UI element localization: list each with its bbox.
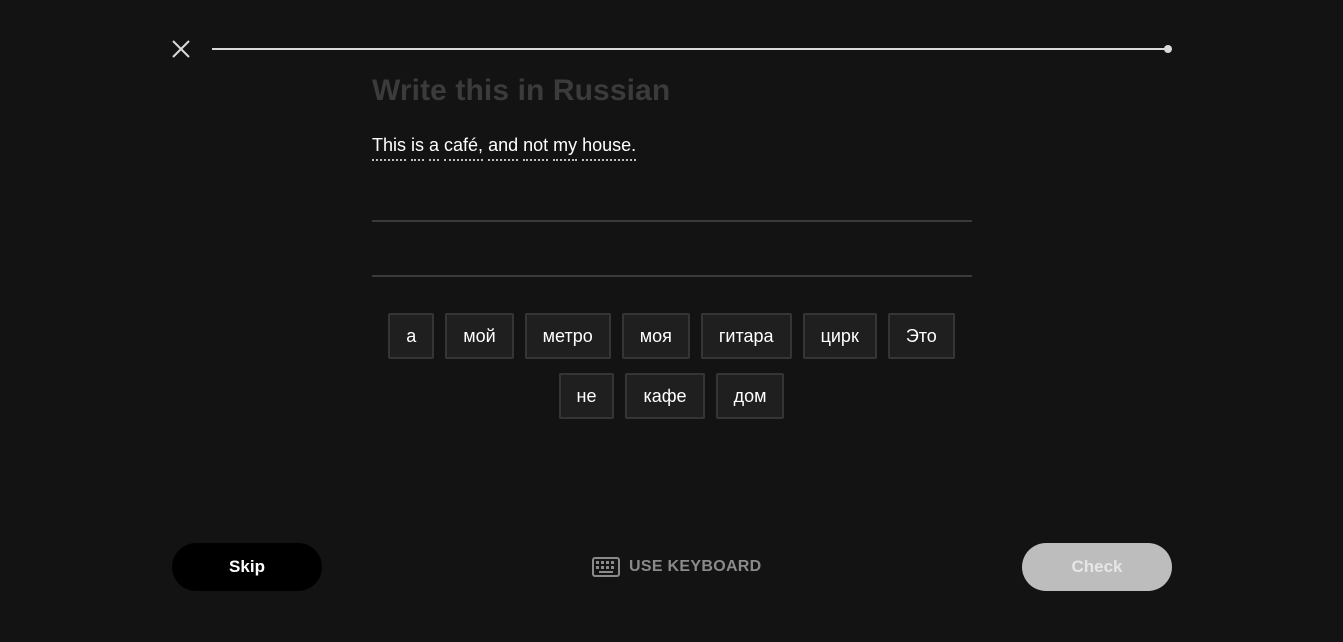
source-sentence: This is a café, and not my house. [372, 134, 637, 161]
word-bank-row-2: не кафе дом [0, 373, 1343, 419]
word-bank-row-1: а мой метро моя гитара цирк Это [0, 313, 1343, 359]
keyboard-icon [592, 557, 620, 577]
exercise-heading: Write this in Russian [372, 74, 671, 107]
word-chip[interactable]: метро [524, 313, 611, 359]
sentence-word[interactable]: is [411, 134, 425, 161]
word-chip[interactable]: кафе [625, 373, 705, 419]
sentence-word[interactable]: not [523, 134, 549, 161]
close-icon [172, 40, 190, 58]
word-chip[interactable]: не [558, 373, 615, 419]
word-chip[interactable]: Это [887, 313, 955, 359]
sentence-word[interactable]: and [488, 134, 519, 161]
check-button[interactable]: Check [1022, 543, 1172, 591]
word-chip[interactable]: моя [621, 313, 690, 359]
word-chip[interactable]: дом [715, 373, 785, 419]
word-chip[interactable]: мой [445, 313, 514, 359]
sentence-word[interactable]: house. [582, 134, 637, 161]
close-button[interactable] [169, 37, 193, 61]
sentence-word[interactable]: café, [444, 134, 484, 161]
progress-indicator [1164, 45, 1172, 53]
word-chip[interactable]: гитара [700, 313, 792, 359]
skip-button[interactable]: Skip [172, 543, 322, 591]
progress-bar [212, 48, 1168, 50]
use-keyboard-button[interactable]: USE KEYBOARD [592, 557, 762, 577]
sentence-word[interactable]: a [429, 134, 440, 161]
answer-line-1[interactable] [372, 220, 972, 222]
sentence-word[interactable]: my [553, 134, 578, 161]
answer-line-2[interactable] [372, 275, 972, 277]
word-chip[interactable]: цирк [802, 313, 877, 359]
use-keyboard-label: USE KEYBOARD [629, 558, 762, 575]
lesson-screen: Write this in Russian This is a café, an… [0, 0, 1343, 642]
word-chip[interactable]: а [388, 313, 435, 359]
sentence-word[interactable]: This [372, 134, 407, 161]
